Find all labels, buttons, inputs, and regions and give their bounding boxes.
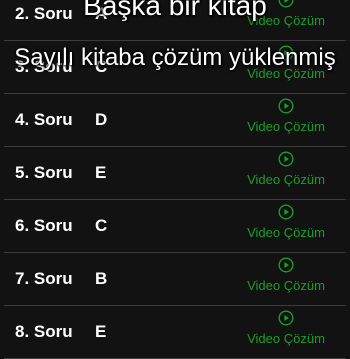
- question-label: 6. Soru: [15, 216, 73, 235]
- answer-row-4: 4. Soru D Video Çözüm: [4, 94, 346, 147]
- question-label: 7. Soru: [15, 269, 73, 288]
- play-circle-icon: [278, 98, 294, 114]
- video-solution-button[interactable]: Video Çözüm: [246, 255, 326, 303]
- video-solution-label: Video Çözüm: [247, 225, 325, 240]
- question-label: 5. Soru: [15, 163, 73, 182]
- video-solution-button[interactable]: Video Çözüm: [246, 96, 326, 144]
- overlay-caption-line-2: Sayılı kitaba çözüm yüklenmiş: [14, 44, 336, 71]
- answer-row-5: 5. Soru E Video Çözüm: [4, 147, 346, 200]
- answer-row-7: 7. Soru B Video Çözüm: [4, 253, 346, 306]
- answer-letter: E: [95, 163, 107, 182]
- play-circle-icon: [278, 151, 294, 167]
- play-circle-icon: [278, 257, 294, 273]
- video-solution-label: Video Çözüm: [247, 331, 325, 346]
- answer-letter: C: [95, 216, 108, 235]
- play-circle-icon: [278, 204, 294, 220]
- answer-row-6: 6. Soru C Video Çözüm: [4, 200, 346, 253]
- video-solution-label: Video Çözüm: [247, 172, 325, 187]
- video-solution-label: Video Çözüm: [247, 119, 325, 134]
- answer-letter: E: [95, 322, 107, 341]
- answer-letter: D: [95, 110, 108, 129]
- answer-letter: B: [95, 269, 108, 288]
- video-solution-button[interactable]: Video Çözüm: [246, 202, 326, 250]
- answer-row-8: 8. Soru E Video Çözüm: [4, 306, 346, 359]
- play-circle-icon: [278, 310, 294, 326]
- question-label: 4. Soru: [15, 110, 73, 129]
- video-solution-button[interactable]: Video Çözüm: [246, 308, 326, 356]
- video-solution-label: Video Çözüm: [247, 278, 325, 293]
- question-label: 8. Soru: [15, 322, 73, 341]
- overlay-caption-line-1: Başka bir kitap: [83, 0, 267, 21]
- video-solution-button[interactable]: Video Çözüm: [246, 149, 326, 197]
